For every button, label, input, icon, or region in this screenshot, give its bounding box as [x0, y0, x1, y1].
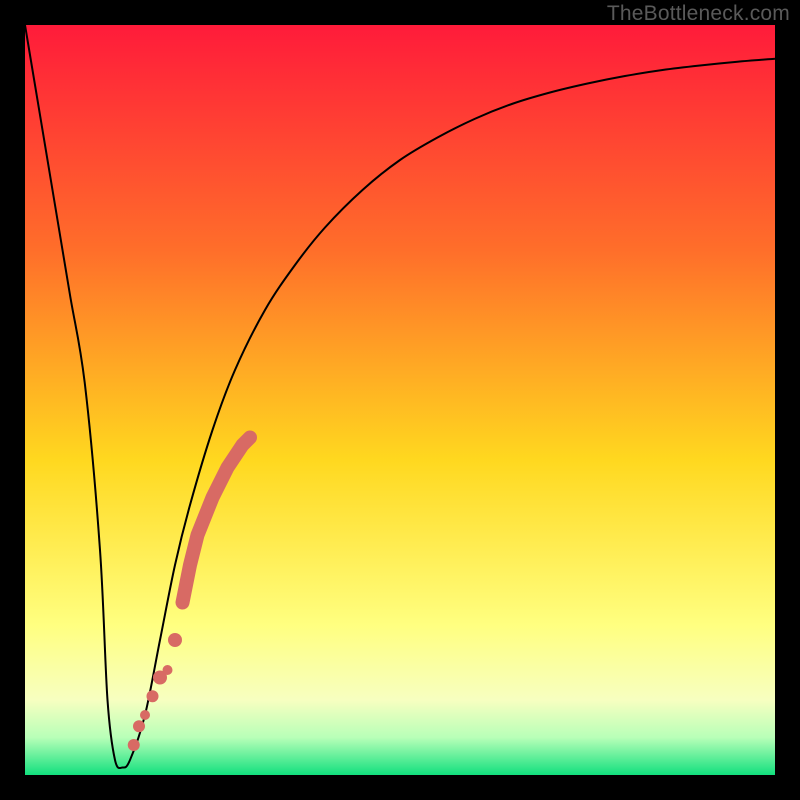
chart-canvas — [25, 25, 775, 775]
highlight-dot — [163, 665, 173, 675]
chart-frame: TheBottleneck.com — [0, 0, 800, 800]
gradient-background — [25, 25, 775, 775]
highlight-dot — [168, 633, 182, 647]
watermark-text: TheBottleneck.com — [607, 2, 790, 26]
highlight-dot — [140, 710, 150, 720]
highlight-dot — [133, 720, 145, 732]
highlight-dot — [128, 739, 140, 751]
highlight-dot — [147, 690, 159, 702]
